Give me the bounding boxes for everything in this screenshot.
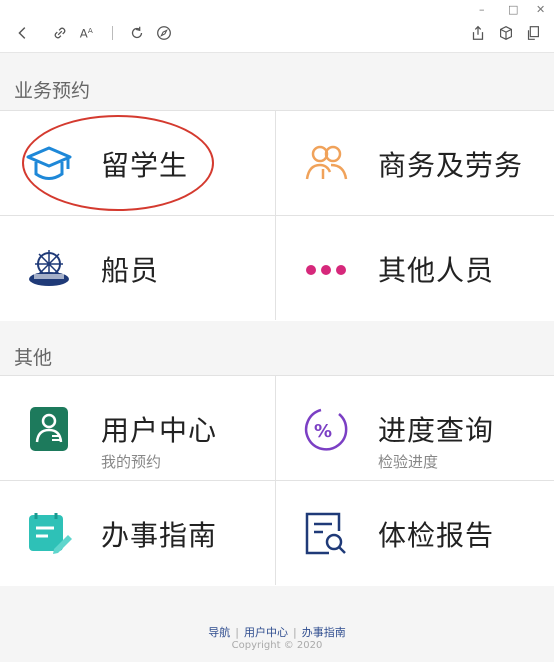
people-icon xyxy=(305,145,348,180)
footer-link-user-center[interactable]: 用户中心 xyxy=(244,626,288,639)
more-dots-icon xyxy=(306,265,346,275)
tile-seafarer[interactable]: 船员 xyxy=(0,216,276,320)
tile-label: 留学生 xyxy=(101,149,189,182)
other-grid: 用户中心 我的预约 % 进度查询 检验进度 办事指南 体检报告 xyxy=(0,375,554,586)
section-title-business: 业务预约 xyxy=(14,80,91,102)
user-card-icon xyxy=(30,407,68,451)
back-icon[interactable] xyxy=(12,22,34,44)
copyright: Copyright © 2020 xyxy=(231,640,323,651)
svg-text:%: % xyxy=(314,421,332,442)
refresh-icon[interactable] xyxy=(126,22,148,44)
tile-progress-query[interactable]: % 进度查询 检验进度 xyxy=(277,376,553,480)
footer-separator: | xyxy=(235,626,239,639)
footer-separator: | xyxy=(293,626,297,639)
link-icon[interactable] xyxy=(49,22,71,44)
report-search-icon xyxy=(305,512,346,555)
svg-text:A: A xyxy=(88,26,93,35)
tile-user-center[interactable]: 用户中心 我的预约 xyxy=(0,376,276,480)
tile-label: 用户中心 xyxy=(101,414,218,447)
percent-circle-icon: % xyxy=(304,408,348,451)
toolbar-divider xyxy=(112,26,113,40)
section-title-other: 其他 xyxy=(14,347,53,369)
guide-notepad-icon xyxy=(29,513,72,554)
business-grid: 留学生 商务及劳务 船员 其他人员 xyxy=(0,110,554,321)
tile-label: 进度查询 xyxy=(378,414,495,447)
tile-other-people[interactable]: 其他人员 xyxy=(277,216,553,320)
captain-hat-icon xyxy=(29,250,69,286)
tile-medical-report[interactable]: 体检报告 xyxy=(277,481,553,585)
tile-sublabel: 我的预约 xyxy=(101,453,162,471)
tile-label: 其他人员 xyxy=(378,254,495,287)
tile-label: 体检报告 xyxy=(378,519,495,552)
svg-text:A: A xyxy=(80,27,88,41)
compass-icon[interactable] xyxy=(153,22,175,44)
copy-icon[interactable] xyxy=(522,22,544,44)
graduation-cap-icon xyxy=(26,146,72,180)
tile-guide[interactable]: 办事指南 xyxy=(0,481,276,585)
text-size-icon[interactable]: AA xyxy=(76,22,98,44)
footer-links: 导航 | 用户中心 | 办事指南 xyxy=(0,624,554,640)
minimize-button[interactable]: – xyxy=(479,3,485,16)
footer-link-nav[interactable]: 导航 xyxy=(208,626,230,639)
browser-toolbar: – □ ✕ AA xyxy=(0,0,554,53)
maximize-button[interactable]: □ xyxy=(508,3,518,16)
tile-label: 商务及劳务 xyxy=(378,149,524,182)
close-button[interactable]: ✕ xyxy=(536,3,545,16)
cube-icon[interactable] xyxy=(495,22,517,44)
tile-sublabel: 检验进度 xyxy=(378,453,439,471)
footer-link-guide[interactable]: 办事指南 xyxy=(302,626,346,639)
tile-business-labor[interactable]: 商务及劳务 xyxy=(277,111,553,215)
share-icon[interactable] xyxy=(467,22,489,44)
tile-study-abroad[interactable]: 留学生 xyxy=(0,111,276,215)
tile-label: 办事指南 xyxy=(101,519,218,552)
tile-label: 船员 xyxy=(101,254,160,287)
